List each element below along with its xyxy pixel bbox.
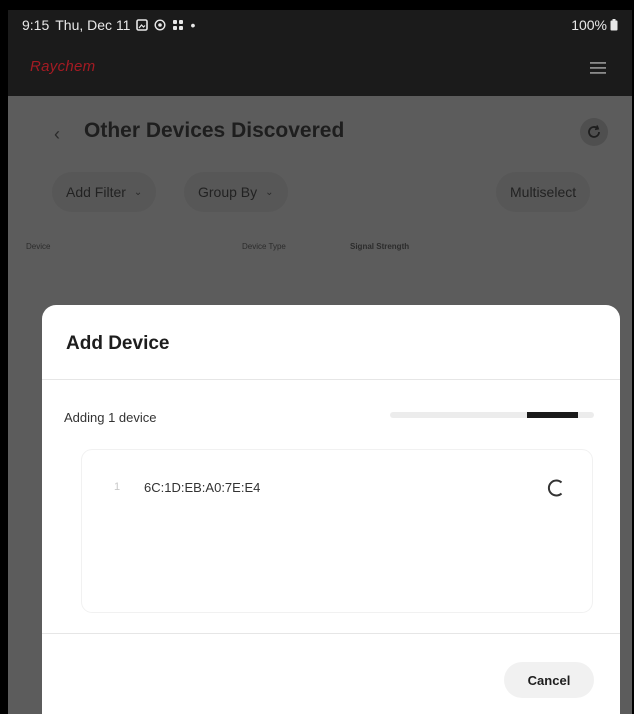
filter-bar: Add Filter ⌄ Group By ⌄ Multiselect [8, 170, 632, 220]
column-headers: Device Device Type Signal Strength [8, 236, 632, 260]
column-signal-strength[interactable]: Signal Strength [350, 242, 409, 251]
page-title: Other Devices Discovered [84, 119, 345, 142]
status-time: 9:15 [22, 17, 50, 33]
brand-logo: Raychem [30, 58, 96, 75]
refresh-button[interactable] [580, 118, 608, 146]
slack-notification-icon [173, 20, 184, 30]
multiselect-label: Multiselect [510, 184, 577, 200]
device-index: 1 [114, 481, 121, 493]
cancel-button[interactable]: Cancel [504, 662, 594, 698]
status-bar: 9:15 Thu, Dec 11 • 100% [8, 10, 632, 40]
divider [42, 379, 620, 380]
adding-status: Adding 1 device [64, 410, 157, 425]
loading-spinner-icon [547, 479, 563, 497]
gallery-notification-icon [136, 19, 149, 31]
add-device-dialog: Add Device Adding 1 device 1 6C:1D:EB:A0… [42, 305, 620, 714]
column-device-type[interactable]: Device Type [242, 242, 286, 251]
dialog-title: Add Device [66, 333, 170, 354]
app-bar: Raychem [8, 40, 632, 96]
progress-bar [390, 412, 594, 418]
refresh-icon [588, 125, 600, 138]
hamburger-menu-icon[interactable] [590, 62, 606, 74]
multiselect-button[interactable]: Multiselect [496, 172, 591, 212]
screen: 9:15 Thu, Dec 11 • 100% Raychem ‹ Other … [8, 10, 632, 714]
target-notification-icon [154, 19, 166, 31]
battery-icon [610, 19, 618, 31]
back-chevron-icon[interactable]: ‹ [54, 124, 60, 145]
column-device[interactable]: Device [26, 242, 50, 251]
page-header: ‹ Other Devices Discovered [8, 96, 632, 168]
group-by-button[interactable]: Group By ⌄ [184, 172, 288, 212]
chevron-down-icon: ⌄ [133, 186, 143, 198]
progress-fill [526, 412, 578, 418]
battery-percent: 100% [571, 17, 607, 33]
device-list: 1 6C:1D:EB:A0:7E:E4 [82, 450, 592, 612]
chevron-down-icon: ⌄ [265, 186, 274, 198]
divider [42, 633, 620, 634]
status-dot: • [190, 17, 196, 33]
device-mac-address: 6C:1D:EB:A0:7E:E4 [144, 480, 261, 495]
group-by-label: Group By [198, 184, 258, 200]
add-filter-label: Add Filter [66, 184, 126, 200]
status-date: Thu, Dec 11 [55, 17, 131, 33]
add-filter-button[interactable]: Add Filter ⌄ [52, 172, 157, 212]
